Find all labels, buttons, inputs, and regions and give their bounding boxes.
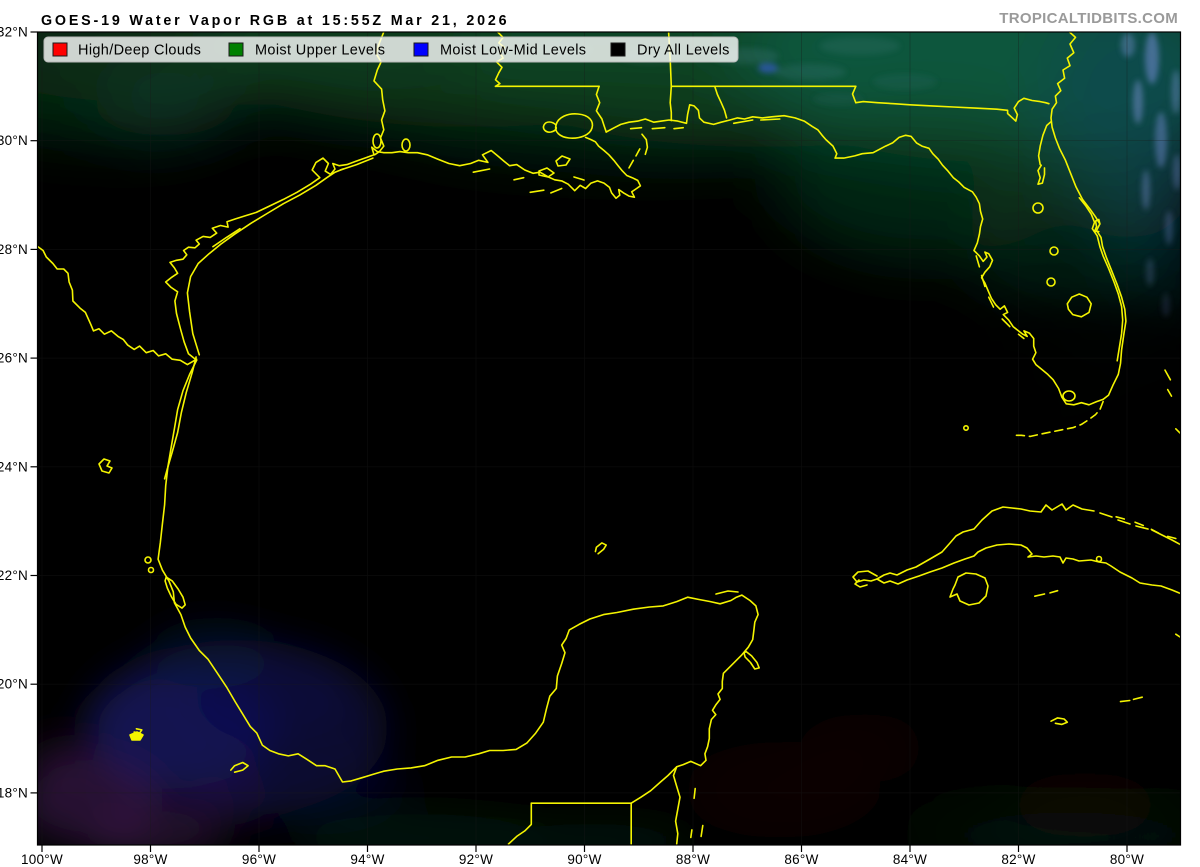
svg-text:86°W: 86°W bbox=[784, 852, 818, 867]
svg-text:98°W: 98°W bbox=[133, 852, 167, 867]
svg-text:18°N: 18°N bbox=[0, 785, 28, 800]
svg-text:32°N: 32°N bbox=[0, 25, 28, 40]
svg-text:100°W: 100°W bbox=[21, 852, 63, 867]
svg-text:26°N: 26°N bbox=[0, 351, 28, 366]
svg-text:22°N: 22°N bbox=[0, 568, 28, 583]
svg-text:TROPICALTIDBITS.COM: TROPICALTIDBITS.COM bbox=[999, 10, 1178, 27]
svg-text:96°W: 96°W bbox=[242, 852, 276, 867]
svg-text:Moist Upper Levels: Moist Upper Levels bbox=[255, 43, 385, 59]
svg-text:88°W: 88°W bbox=[676, 852, 710, 867]
svg-text:82°W: 82°W bbox=[1001, 852, 1035, 867]
svg-text:GOES-19 Water Vapor RGB at 15:: GOES-19 Water Vapor RGB at 15:55Z Mar 21… bbox=[41, 13, 509, 29]
svg-text:84°W: 84°W bbox=[893, 852, 927, 867]
svg-text:High/Deep Clouds: High/Deep Clouds bbox=[78, 43, 201, 59]
svg-text:80°W: 80°W bbox=[1110, 852, 1144, 867]
svg-text:94°W: 94°W bbox=[350, 852, 384, 867]
svg-text:28°N: 28°N bbox=[0, 242, 28, 257]
svg-text:30°N: 30°N bbox=[0, 133, 28, 148]
svg-text:92°W: 92°W bbox=[459, 852, 493, 867]
svg-text:20°N: 20°N bbox=[0, 677, 28, 692]
svg-text:24°N: 24°N bbox=[0, 459, 28, 474]
svg-text:90°W: 90°W bbox=[567, 852, 601, 867]
svg-text:Moist Low-Mid Levels: Moist Low-Mid Levels bbox=[440, 43, 586, 59]
svg-text:Dry All Levels: Dry All Levels bbox=[637, 43, 730, 59]
